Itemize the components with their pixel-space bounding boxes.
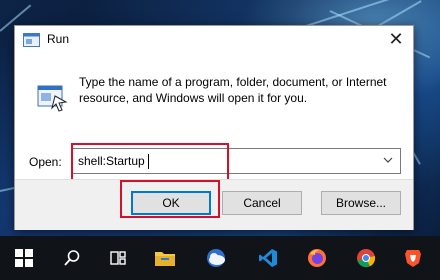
open-label: Open:: [29, 155, 62, 169]
dialog-footer: OK Cancel Browse...: [15, 179, 413, 230]
close-button[interactable]: ✕: [385, 28, 407, 50]
dialog-title: Run: [47, 32, 70, 46]
weather-icon[interactable]: [200, 242, 232, 274]
vscode-icon[interactable]: [252, 242, 284, 274]
dialog-body: Type the name of a program, folder, docu…: [15, 54, 413, 183]
run-icon: [23, 32, 41, 48]
file-explorer-icon[interactable]: [149, 242, 181, 274]
task-view-icon[interactable]: [102, 242, 134, 274]
windows-start-icon[interactable]: [8, 242, 40, 274]
ok-button[interactable]: OK: [131, 191, 211, 215]
cancel-button[interactable]: Cancel: [222, 191, 302, 215]
brave-icon[interactable]: [397, 242, 429, 274]
dialog-titlebar[interactable]: Run ✕: [15, 26, 413, 54]
search-icon[interactable]: [56, 242, 88, 274]
run-dialog: Run ✕ Type the name of a program, folder…: [14, 25, 414, 230]
firefox-icon[interactable]: [301, 242, 333, 274]
chevron-down-icon[interactable]: [382, 152, 394, 171]
run-program-icon: [35, 80, 69, 114]
input-highlight-box: [71, 143, 229, 183]
chrome-icon[interactable]: [350, 242, 382, 274]
taskbar: [0, 236, 440, 280]
browse-button[interactable]: Browse...: [321, 191, 401, 215]
dialog-description: Type the name of a program, folder, docu…: [79, 75, 387, 105]
close-icon: ✕: [388, 29, 404, 49]
